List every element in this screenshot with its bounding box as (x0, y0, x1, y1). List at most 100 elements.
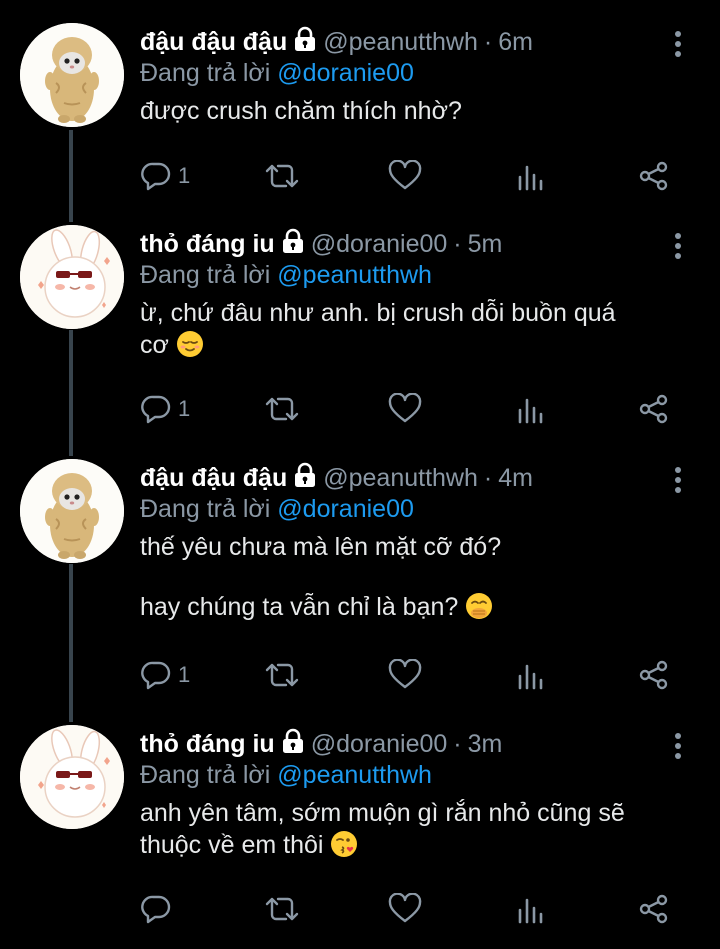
tweet[interactable]: đậu đậu đậu @peanutthwh · 4m Đang trả lờ… (0, 459, 720, 709)
share-icon (639, 660, 668, 690)
action-bar: 1 (140, 158, 680, 194)
avatar[interactable] (20, 725, 124, 829)
like-button[interactable] (388, 391, 422, 427)
author-handle[interactable]: @peanutthwh (323, 464, 478, 493)
retweet-icon (265, 164, 299, 188)
tweet-text: ừ, chứ đâu như anh. bị crush dỗi buồn qu… (140, 297, 700, 361)
tweet[interactable]: thỏ đáng iu @doranie00 · 5m Đang trả lời… (0, 225, 720, 445)
tweet-text-line: hay chúng ta vẫn chỉ là bạn? (140, 591, 700, 623)
tweet-header: thỏ đáng iu @doranie00 · 3m (140, 725, 502, 763)
tweet-text-line: ừ, chứ đâu như anh. bị crush dỗi buồn qu… (140, 299, 616, 327)
tweet-text-line: cơ (140, 329, 700, 361)
separator-dot: · (483, 463, 493, 492)
analytics-icon (518, 664, 543, 690)
conversation-thread: đậu đậu đậu @peanutthwh · 6m Đang trả lờ… (0, 0, 720, 949)
reply-button[interactable]: 1 (140, 391, 190, 427)
more-options-icon[interactable] (668, 731, 688, 761)
analytics-button[interactable] (516, 158, 546, 194)
replying-to: Đang trả lời @doranie00 (140, 495, 414, 524)
retweet-button[interactable] (264, 391, 300, 427)
separator-dot: · (453, 729, 462, 758)
retweet-button[interactable] (264, 158, 300, 194)
reply-count: 1 (178, 163, 191, 188)
tweet-text: được crush chăm thích nhờ? (140, 95, 700, 127)
reply-icon (141, 895, 171, 924)
tweet-text-line: được crush chăm thích nhờ? (140, 97, 462, 125)
share-button[interactable] (638, 391, 670, 427)
reply-button[interactable] (140, 891, 178, 927)
author-handle[interactable]: @doranie00 (311, 730, 448, 759)
analytics-button[interactable] (516, 391, 546, 427)
tweet-text-segment: thuộc về em thôi (140, 831, 324, 859)
retweet-icon (265, 663, 299, 687)
tweet-text-segment: hay chúng ta vẫn chỉ là bạn? (140, 593, 459, 621)
timestamp[interactable]: 5m (468, 230, 503, 259)
bunny-avatar-image (20, 725, 124, 829)
peanut-cat-avatar-image (20, 459, 124, 563)
tweet-text-line: thế yêu chưa mà lên mặt cỡ đó? (140, 533, 502, 561)
tweet[interactable]: đậu đậu đậu @peanutthwh · 6m Đang trả lờ… (0, 23, 720, 213)
share-button[interactable] (638, 158, 670, 194)
more-options-icon[interactable] (668, 231, 688, 261)
avatar[interactable] (20, 459, 124, 563)
reply-button[interactable]: 1 (140, 657, 190, 693)
tweet-text-line: thuộc về em thôi (140, 829, 700, 861)
reply-icon (141, 162, 171, 191)
analytics-icon (518, 165, 543, 191)
tweet-text: anh yên tâm, sớm muộn gì rắn nhỏ cũng sẽ… (140, 797, 700, 861)
retweet-button[interactable] (264, 891, 300, 927)
avatar[interactable] (20, 23, 124, 127)
analytics-icon (518, 898, 543, 924)
author-name[interactable]: thỏ đáng iu (140, 730, 275, 759)
share-icon (639, 161, 668, 191)
mention-link[interactable]: @peanutthwh (277, 761, 432, 789)
analytics-button[interactable] (516, 657, 546, 693)
tweet[interactable]: thỏ đáng iu @doranie00 · 3m Đang trả lời… (0, 725, 720, 945)
author-handle[interactable]: @peanutthwh (323, 28, 478, 57)
tweet-text-line: anh yên tâm, sớm muộn gì rắn nhỏ cũng sẽ (140, 799, 625, 827)
avatar[interactable] (20, 225, 124, 329)
share-button[interactable] (638, 891, 670, 927)
timestamp[interactable]: 6m (498, 28, 533, 57)
separator-dot: · (483, 27, 493, 56)
lock-icon (281, 228, 305, 261)
tweet-text-segment: cơ (140, 331, 169, 359)
reply-icon (141, 661, 171, 690)
action-bar (140, 891, 680, 927)
replying-to-label: Đang trả lời (140, 261, 271, 289)
action-bar: 1 (140, 391, 680, 427)
analytics-icon (518, 398, 543, 424)
reply-count: 1 (178, 396, 191, 421)
reply-button[interactable]: 1 (140, 158, 190, 194)
replying-to: Đang trả lời @doranie00 (140, 59, 414, 88)
mention-link[interactable]: @peanutthwh (277, 261, 432, 289)
like-button[interactable] (388, 657, 422, 693)
replying-to-label: Đang trả lời (140, 59, 271, 87)
retweet-button[interactable] (264, 657, 300, 693)
analytics-button[interactable] (516, 891, 546, 927)
share-button[interactable] (638, 657, 670, 693)
lock-icon (293, 26, 317, 59)
like-button[interactable] (388, 158, 422, 194)
share-icon (639, 394, 668, 424)
tweet-header: đậu đậu đậu @peanutthwh · 6m (140, 23, 533, 61)
share-icon (639, 894, 668, 924)
more-options-icon[interactable] (668, 465, 688, 495)
more-options-icon[interactable] (668, 29, 688, 59)
tweet-header: thỏ đáng iu @doranie00 · 5m (140, 225, 502, 263)
author-name[interactable]: đậu đậu đậu (140, 464, 287, 493)
bunny-avatar-image (20, 225, 124, 329)
author-name[interactable]: thỏ đáng iu (140, 230, 275, 259)
timestamp[interactable]: 4m (498, 464, 533, 493)
author-handle[interactable]: @doranie00 (311, 230, 448, 259)
lock-icon (293, 462, 317, 495)
action-bar: 1 (140, 657, 680, 693)
heart-icon (388, 659, 422, 689)
author-name[interactable]: đậu đậu đậu (140, 28, 287, 57)
tweet-header: đậu đậu đậu @peanutthwh · 4m (140, 459, 533, 497)
mention-link[interactable]: @doranie00 (277, 495, 414, 523)
timestamp[interactable]: 3m (468, 730, 503, 759)
like-button[interactable] (388, 891, 422, 927)
relieved-face-emoji-icon (176, 330, 204, 358)
mention-link[interactable]: @doranie00 (277, 59, 414, 87)
